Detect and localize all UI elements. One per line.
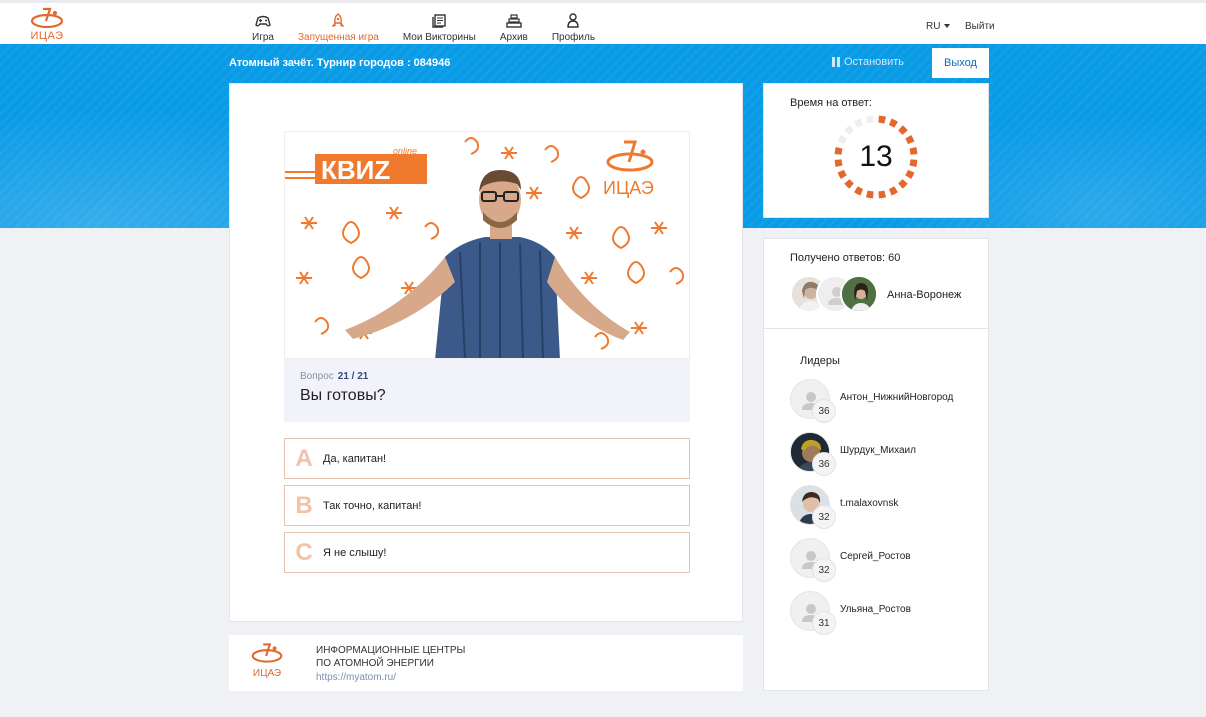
nav-item-profile[interactable]: Профиль [540, 7, 607, 43]
question-box: Вопрос 21 / 21 Вы готовы? [284, 359, 690, 422]
question-counter: Вопрос 21 / 21 [300, 371, 368, 382]
atom-logo-icon [30, 7, 64, 29]
footer-org-name: ИНФОРМАЦИОННЫЕ ЦЕНТРЫ ПО АТОМНОЙ ЭНЕРГИИ [316, 644, 465, 670]
main-nav: Игра Запущенная игра Мои Викторины Архив… [240, 7, 607, 43]
brand-logo[interactable]: ИЦАЭ [26, 7, 68, 45]
question-image: КВИZ online ИЦАЭ [284, 131, 690, 359]
footer-card: ИЦАЭ ИНФОРМАЦИОННЫЕ ЦЕНТРЫ ПО АТОМНОЙ ЭН… [229, 635, 743, 691]
footer-line-1: ИНФОРМАЦИОННЫЕ ЦЕНТРЫ [316, 645, 466, 656]
brand-logo-text: ИЦАЭ [30, 30, 64, 42]
logout-link[interactable]: Выйти [965, 21, 995, 32]
footer-line-2: ПО АТОМНОЙ ЭНЕРГИИ [316, 658, 434, 669]
answer-letter: C [295, 538, 313, 566]
person-icon [567, 13, 580, 28]
leader-name: Шурдук_Михаил [840, 445, 916, 456]
gamepad-icon [255, 15, 271, 27]
timer-card: Время на ответ: 13 [763, 83, 989, 218]
top-navbar: ИЦАЭ Игра Запущенная игра Мои Викторины … [0, 0, 1206, 44]
nav-item-running-game[interactable]: Запущенная игра [286, 7, 391, 43]
exit-button[interactable]: Выход [932, 48, 989, 78]
image-logo-text: ИЦАЭ [603, 178, 654, 198]
last-respondent-name: Анна-Воронеж [887, 289, 962, 301]
divider [764, 328, 988, 329]
avatar[interactable] [840, 275, 878, 313]
leader-name: Антон_НижнийНовгород [840, 392, 954, 403]
question-card: КВИZ online ИЦАЭ Вопрос 21 / 21 Вы готовы… [229, 83, 743, 622]
answer-text: Так точно, капитан! [323, 499, 422, 512]
nav-item-label: Игра [252, 32, 274, 43]
nav-item-game[interactable]: Игра [240, 7, 286, 43]
answer-letter: B [295, 491, 313, 519]
quiz-list-icon [432, 14, 447, 28]
language-dropdown[interactable]: RU [926, 21, 951, 32]
timer-label: Время на ответ: [790, 97, 872, 109]
answer-option-b[interactable]: B Так точно, капитан! [284, 485, 690, 526]
nav-item-label: Мои Викторины [402, 32, 476, 43]
leaders-title: Лидеры [800, 355, 840, 367]
pause-icon [832, 57, 840, 67]
nav-item-archive[interactable]: Архив [488, 7, 540, 43]
timer-value: 13 [859, 140, 893, 173]
stop-button-label: Остановить [844, 56, 905, 68]
nav-item-label: Запущенная игра [297, 32, 379, 43]
answer-text: Я не слышу! [323, 546, 387, 559]
banner-online-text: online [393, 146, 417, 156]
leader-name: Ульяна_Ростов [840, 604, 911, 615]
banner-text: КВИZ [321, 155, 390, 185]
leader-name: t.malaxovnsk [840, 498, 899, 509]
question-number: 21 / 21 [337, 371, 369, 382]
leader-row[interactable]: 32 Сергей_Ростов [790, 538, 980, 582]
atom-logo-icon [251, 643, 283, 663]
leader-score: 31 [812, 611, 836, 635]
answer-text: Да, капитан! [323, 452, 387, 465]
caret-down-icon [944, 24, 951, 29]
nav-item-label: Профиль [551, 32, 596, 43]
stop-button[interactable]: Остановить [832, 56, 904, 68]
leader-score: 36 [812, 399, 836, 423]
leader-row[interactable]: 31 Ульяна_Ростов [790, 591, 980, 635]
footer-logo[interactable]: ИЦАЭ [247, 641, 287, 685]
footer-link[interactable]: https://myatom.ru/ [316, 672, 396, 683]
leader-score: 32 [812, 558, 836, 582]
quiz-host-illustration: КВИZ online ИЦАЭ [285, 132, 689, 358]
leader-row[interactable]: 36 Шурдук_Михаил [790, 432, 980, 476]
leader-row[interactable]: 32 t.malaxovnsk [790, 485, 980, 529]
responses-leaders-card: Получено ответов: 60 Анна-Воронеж Лидеры… [763, 238, 989, 691]
question-text: Вы готовы? [300, 387, 386, 404]
leader-name: Сергей_Ростов [840, 551, 911, 562]
footer-logo-text: ИЦАЭ [252, 668, 282, 679]
answer-option-a[interactable]: A Да, капитан! [284, 438, 690, 479]
answer-option-c[interactable]: C Я не слышу! [284, 532, 690, 573]
answer-letter: A [295, 444, 313, 472]
archive-icon [506, 14, 522, 28]
nav-item-my-quizzes[interactable]: Мои Викторины [391, 7, 488, 43]
leader-score: 36 [812, 452, 836, 476]
game-title: Атомный зачёт. Турнир городов : 084946 [229, 57, 451, 69]
rocket-icon [332, 13, 345, 27]
language-value: RU [926, 21, 941, 32]
leader-score: 32 [812, 505, 836, 529]
nav-item-label: Архив [499, 32, 528, 43]
responses-count: Получено ответов: 60 [790, 252, 901, 264]
leader-row[interactable]: 36 Антон_НижнийНовгород [790, 379, 980, 423]
question-label: Вопрос [300, 371, 334, 382]
